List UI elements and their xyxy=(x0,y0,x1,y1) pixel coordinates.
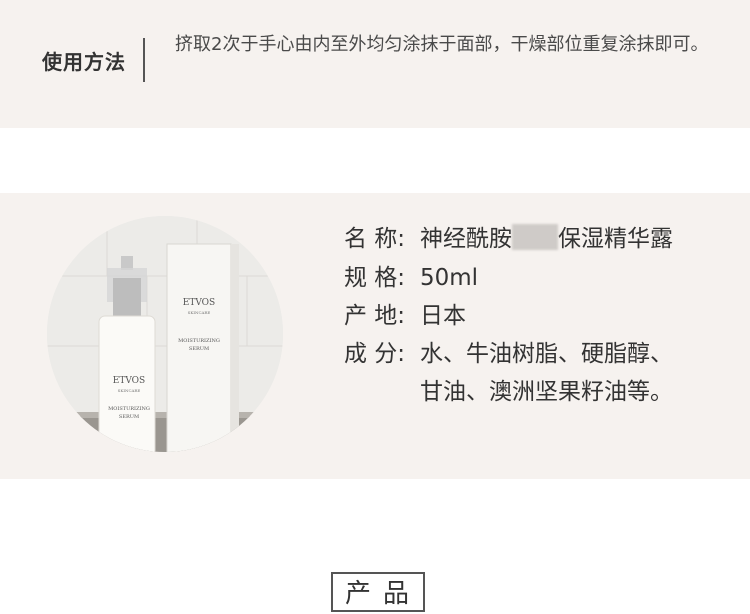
spec-size-row: 规 格: 50ml xyxy=(344,259,478,297)
box-name-2: SERUM xyxy=(188,346,210,352)
redacted-blur xyxy=(512,224,558,250)
section-title-box: 产品 xyxy=(331,572,425,612)
spec-name-value-b: 保湿精华露 xyxy=(558,226,673,252)
spec-ingredients-line1: 水、牛油树脂、硬脂醇、 xyxy=(420,341,673,367)
bottle-sub: SKINCARE xyxy=(117,388,141,393)
spec-ingredients-row: 成 分: 水、牛油树脂、硬脂醇、 xyxy=(344,335,673,373)
spec-size-value: 50ml xyxy=(420,265,479,291)
spec-name-label: 名 称: xyxy=(344,226,406,252)
spec-origin-value: 日本 xyxy=(420,303,466,329)
bottle-name-1: MOISTURIZING xyxy=(108,406,150,412)
product-photo: ETVOS SKINCARE MOISTURIZING SERUM ETVOS … xyxy=(47,216,283,452)
spec-name-value-a: 神经酰胺 xyxy=(420,226,512,252)
usage-text: 挤取2次于手心由内至外均匀涂抹于面部，干燥部位重复涂抹即可。 xyxy=(175,34,709,55)
product-section: ETVOS SKINCARE MOISTURIZING SERUM ETVOS … xyxy=(0,193,750,479)
spec-origin-row: 产 地: 日本 xyxy=(344,297,466,335)
box-name-1: MOISTURIZING xyxy=(178,338,220,344)
box-sub: SKINCARE xyxy=(187,310,211,315)
spec-origin-label: 产 地: xyxy=(344,303,406,329)
spec-name-row: 名 称: 神经酰胺 保湿精华露 xyxy=(344,220,673,258)
usage-label: 使用方法 xyxy=(42,50,126,74)
bottle-name-2: SERUM xyxy=(118,414,140,420)
box-brand: ETVOS xyxy=(182,298,216,308)
spec-ingredients-line2: 甘油、澳洲坚果籽油等。 xyxy=(420,379,673,405)
spec-ingredients-row-2: 甘油、澳洲坚果籽油等。 xyxy=(420,373,673,411)
spec-size-label: 规 格: xyxy=(344,265,406,291)
usage-divider xyxy=(143,38,145,82)
spec-ingredients-label: 成 分: xyxy=(344,341,406,367)
bottle-brand: ETVOS xyxy=(112,376,146,386)
usage-section: 使用方法 挤取2次于手心由内至外均匀涂抹于面部，干燥部位重复涂抹即可。 xyxy=(0,0,750,128)
product-illustration xyxy=(47,216,283,452)
